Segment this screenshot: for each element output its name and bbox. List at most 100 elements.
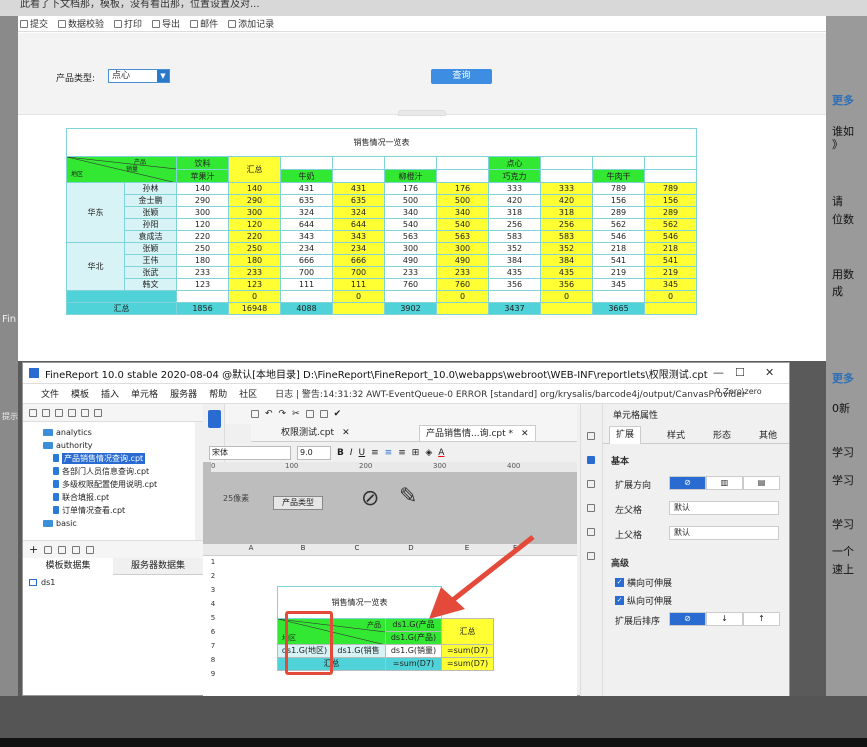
- editor-tab[interactable]: 产品销售情...询.cpt * ✕: [419, 425, 536, 441]
- collapse-handle[interactable]: [398, 110, 446, 116]
- menu-item[interactable]: 单元格: [131, 387, 158, 400]
- vertical-expand-option[interactable]: ▥: [706, 476, 743, 490]
- section-advanced[interactable]: 高级: [611, 556, 629, 569]
- cut-icon[interactable]: ✂: [292, 409, 300, 419]
- close-icon[interactable]: ✕: [342, 428, 350, 438]
- font-family-select[interactable]: 宋体: [209, 446, 291, 460]
- query-button[interactable]: 查询: [431, 69, 492, 84]
- sort-asc-option[interactable]: ↓: [706, 612, 743, 626]
- row-header[interactable]: 7: [203, 642, 223, 650]
- toolbar-button[interactable]: 提交: [20, 17, 48, 30]
- fill-icon[interactable]: ◈: [425, 448, 432, 458]
- delete-icon[interactable]: [81, 408, 89, 417]
- tree-item[interactable]: 产品销售情况查询.cpt: [53, 452, 146, 464]
- font-color-icon[interactable]: A: [438, 448, 444, 458]
- dataset-tab[interactable]: 模板数据集: [23, 557, 113, 575]
- widget-icon[interactable]: [587, 456, 595, 464]
- tree-item[interactable]: analytics: [43, 426, 92, 438]
- tree-item[interactable]: 多级权限配置使用说明.cpt: [53, 478, 157, 490]
- link-icon[interactable]: [587, 552, 595, 560]
- tab-form[interactable]: 形态: [713, 428, 731, 441]
- condition-icon[interactable]: [587, 480, 595, 488]
- product-type-select[interactable]: 点心 ▼: [108, 69, 170, 83]
- minimize-icon[interactable]: —: [713, 366, 724, 379]
- cell-e7[interactable]: =sum(D7): [441, 644, 494, 658]
- font-size-select[interactable]: 9.0: [297, 446, 331, 460]
- cell-d8[interactable]: =sum(D7): [385, 657, 442, 671]
- open-icon[interactable]: [55, 408, 63, 417]
- template-icon[interactable]: [208, 410, 221, 428]
- row-header[interactable]: 3: [203, 586, 223, 594]
- italic-icon[interactable]: I: [350, 448, 353, 458]
- menu-item[interactable]: 模板: [71, 387, 89, 400]
- row-header[interactable]: 2: [203, 572, 223, 580]
- tab-expand[interactable]: 扩展: [609, 426, 642, 444]
- dataset-tab[interactable]: 服务器数据集: [113, 558, 203, 575]
- close-icon[interactable]: ✕: [765, 366, 774, 379]
- toolbar-button[interactable]: 打印: [114, 17, 142, 30]
- redo-icon[interactable]: ↷: [279, 409, 287, 419]
- element-icon[interactable]: [587, 528, 595, 536]
- paste-icon[interactable]: [319, 410, 328, 418]
- format-painter-icon[interactable]: ✔: [334, 409, 342, 419]
- cell-e8[interactable]: =sum(D7): [441, 657, 494, 671]
- toolbar-button[interactable]: 邮件: [190, 17, 218, 30]
- cell-c7[interactable]: ds1.G(销售: [331, 644, 386, 658]
- tree-item[interactable]: basic: [43, 517, 77, 529]
- tree-item[interactable]: authority: [43, 439, 92, 451]
- border-icon[interactable]: ⊞: [412, 448, 420, 458]
- underline-icon[interactable]: U: [359, 448, 366, 458]
- hidden-eye-icon[interactable]: ⊘: [361, 486, 379, 511]
- toolbar-button[interactable]: 数据校验: [58, 17, 104, 30]
- maximize-icon[interactable]: ☐: [735, 366, 745, 379]
- column-header[interactable]: C: [347, 544, 367, 552]
- close-icon[interactable]: ✕: [521, 429, 529, 439]
- save-icon[interactable]: [251, 410, 259, 418]
- copy-icon[interactable]: [305, 410, 314, 418]
- menu-item[interactable]: 帮助: [209, 387, 227, 400]
- tab-style[interactable]: 样式: [667, 428, 685, 441]
- horizontal-stretch-checkbox[interactable]: ✓ 横向可伸展: [615, 576, 672, 589]
- sort-desc-option[interactable]: ↑: [743, 612, 780, 626]
- tab-other[interactable]: 其他: [759, 428, 777, 441]
- hyperlink-icon[interactable]: [587, 504, 595, 512]
- menu-item[interactable]: 社区: [239, 387, 257, 400]
- column-header[interactable]: B: [293, 544, 313, 552]
- vertical-stretch-checkbox[interactable]: ✓ 纵向可伸展: [615, 594, 672, 607]
- new-folder-icon[interactable]: [29, 408, 37, 417]
- row-header[interactable]: 1: [203, 558, 223, 566]
- align-left-icon[interactable]: ≡: [371, 448, 379, 458]
- menu-item[interactable]: 文件: [41, 387, 59, 400]
- copy-icon[interactable]: [94, 408, 102, 417]
- edit-pen-icon[interactable]: ✎: [399, 484, 417, 509]
- row-header[interactable]: 9: [203, 670, 223, 678]
- undo-icon[interactable]: ↶: [265, 409, 273, 419]
- align-right-icon[interactable]: ≡: [398, 448, 406, 458]
- cell-d6[interactable]: ds1.G(产品): [385, 631, 442, 645]
- align-center-icon[interactable]: ≡: [385, 448, 393, 458]
- top-parent-select[interactable]: 默认: [669, 526, 779, 540]
- left-parent-select[interactable]: 默认: [669, 501, 779, 515]
- cell-d7[interactable]: ds1.G(销量): [385, 644, 442, 658]
- more-link[interactable]: 更多: [832, 370, 854, 386]
- menu-item[interactable]: 插入: [101, 387, 119, 400]
- cell-attr-icon[interactable]: [587, 432, 595, 440]
- toolbar-button[interactable]: 添加记录: [228, 17, 274, 30]
- tree-item[interactable]: 订单情况查看.cpt: [53, 504, 125, 516]
- no-expand-option[interactable]: ⊘: [669, 476, 706, 490]
- menu-item[interactable]: 服务器: [170, 387, 197, 400]
- preview-icon[interactable]: [86, 545, 95, 554]
- no-sort-option[interactable]: ⊘: [669, 612, 706, 626]
- column-header[interactable]: D: [401, 544, 421, 552]
- add-icon[interactable]: +: [29, 543, 38, 556]
- tree-item[interactable]: 各部门人员信息查询.cpt: [53, 465, 149, 477]
- dataset-item[interactable]: ds1: [29, 578, 55, 587]
- row-header[interactable]: 6: [203, 628, 223, 636]
- delete-icon[interactable]: [58, 545, 67, 554]
- edit-icon[interactable]: [44, 545, 53, 554]
- chevron-down-icon[interactable]: ▼: [157, 70, 169, 82]
- refresh-icon[interactable]: [42, 408, 50, 417]
- row-header[interactable]: 8: [203, 656, 223, 664]
- more-link[interactable]: 更多: [832, 92, 854, 108]
- row-header[interactable]: 4: [203, 600, 223, 608]
